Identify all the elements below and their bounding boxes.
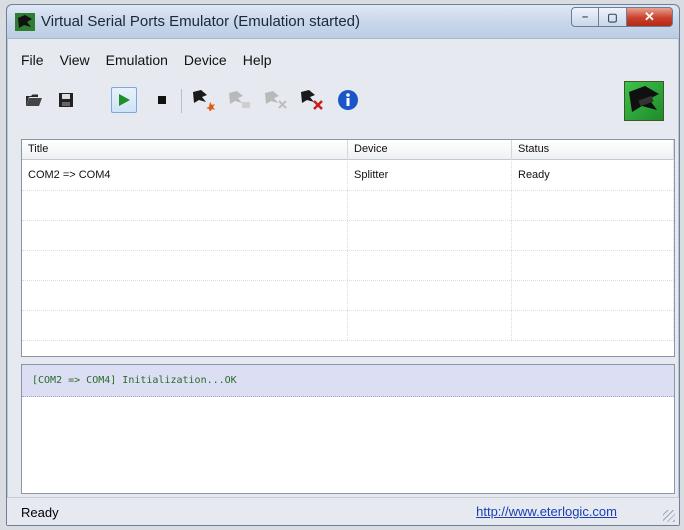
delete-device-icon [301, 90, 323, 110]
status-text: Ready [21, 505, 59, 520]
save-icon [59, 93, 73, 107]
status-bar: Ready http://www.eterlogic.com [7, 497, 679, 525]
edit-device-icon [229, 91, 250, 108]
info-icon [338, 90, 358, 110]
disable-device-button[interactable] [263, 87, 289, 113]
menu-bar: File View Emulation Device Help [13, 49, 280, 71]
save-button[interactable] [53, 87, 79, 113]
app-logo-icon [624, 81, 664, 121]
maximize-button[interactable]: ▢ [599, 7, 627, 27]
title-bar[interactable]: Virtual Serial Ports Emulator (Emulation… [7, 5, 679, 39]
delete-device-button[interactable] [299, 87, 325, 113]
website-link[interactable]: http://www.eterlogic.com [476, 504, 617, 519]
table-row[interactable]: COM2 => COM4 Splitter Ready [22, 161, 674, 191]
log-panel[interactable]: [COM2 => COM4] Initialization...OK [21, 364, 675, 494]
menu-view[interactable]: View [52, 49, 98, 71]
minimize-icon: – [581, 11, 589, 23]
column-header-status[interactable]: Status [512, 140, 674, 160]
empty-row [22, 251, 674, 281]
edit-device-button[interactable] [227, 87, 253, 113]
stop-icon [158, 96, 166, 104]
table-body: COM2 => COM4 Splitter Ready [22, 161, 674, 341]
app-icon [15, 13, 35, 31]
menu-emulation[interactable]: Emulation [98, 49, 176, 71]
start-icon [119, 94, 130, 106]
column-header-device[interactable]: Device [348, 140, 512, 160]
column-header-title[interactable]: Title [22, 140, 348, 160]
cell-device: Splitter [348, 161, 512, 190]
cell-title: COM2 => COM4 [22, 161, 348, 190]
empty-row [22, 281, 674, 311]
stop-emulation-button[interactable] [149, 87, 175, 113]
about-button[interactable] [335, 87, 361, 113]
close-icon: ✕ [644, 9, 655, 24]
resize-grip-icon[interactable] [663, 510, 675, 522]
new-device-icon [193, 90, 215, 111]
disable-device-icon [265, 91, 287, 109]
toolbar [19, 81, 664, 121]
app-window: Virtual Serial Ports Emulator (Emulation… [6, 4, 680, 526]
menu-file[interactable]: File [13, 49, 52, 71]
new-device-button[interactable] [191, 87, 217, 113]
cell-status: Ready [512, 161, 674, 190]
maximize-icon: ▢ [607, 11, 618, 24]
menu-device[interactable]: Device [176, 49, 235, 71]
window-title: Virtual Serial Ports Emulator (Emulation… [41, 13, 361, 30]
port-list-table[interactable]: Title Device Status COM2 => COM4 Splitte… [21, 139, 675, 357]
close-button[interactable]: ✕ [627, 7, 673, 27]
open-button[interactable] [21, 87, 47, 113]
start-emulation-button[interactable] [111, 87, 137, 113]
menu-help[interactable]: Help [235, 49, 280, 71]
empty-row [22, 191, 674, 221]
pane-splitter[interactable] [21, 357, 675, 364]
empty-row [22, 221, 674, 251]
log-line: [COM2 => COM4] Initialization...OK [22, 365, 674, 397]
table-header: Title Device Status [22, 140, 674, 160]
open-icon [26, 94, 42, 106]
toolbar-separator [181, 89, 182, 113]
minimize-button[interactable]: – [571, 7, 599, 27]
empty-row [22, 311, 674, 341]
